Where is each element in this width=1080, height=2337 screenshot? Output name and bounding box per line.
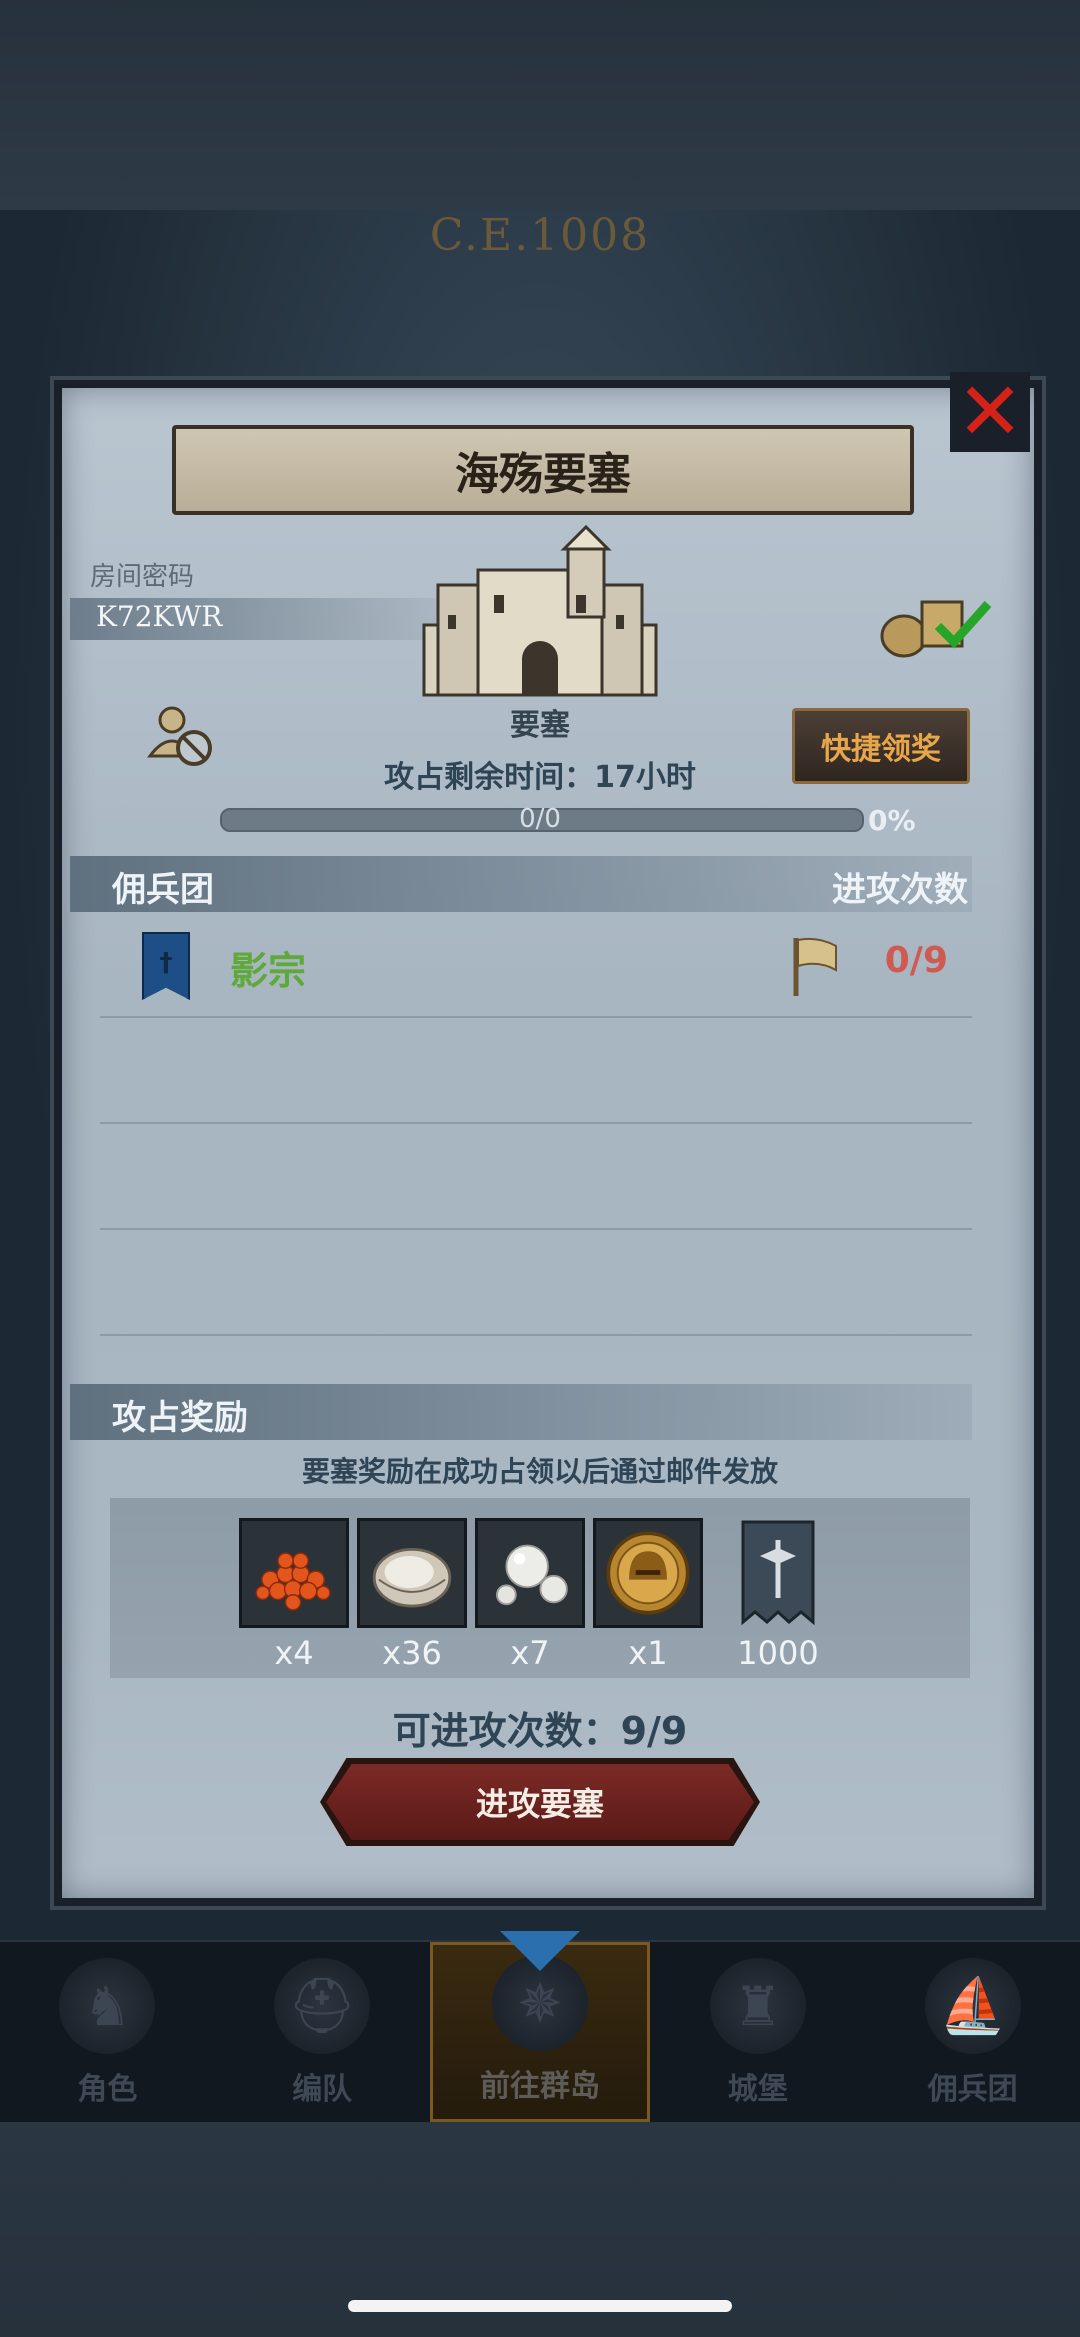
progress-count: 0/0 bbox=[519, 804, 561, 834]
nav-formation[interactable]: ⛑ 编队 bbox=[215, 1942, 430, 2122]
nav-castle[interactable]: ♜ 城堡 bbox=[650, 1942, 865, 2122]
row-divider bbox=[100, 1122, 972, 1124]
guild-banner-icon: † bbox=[142, 932, 190, 1000]
reward-qty: x36 bbox=[382, 1634, 442, 1672]
list-item[interactable]: † 影宗 0/9 bbox=[70, 920, 972, 1020]
attack-fortress-button[interactable]: 进攻要塞 bbox=[326, 1764, 754, 1840]
home-indicator[interactable] bbox=[348, 2300, 732, 2312]
merc-attack-count: 0/9 bbox=[884, 940, 948, 981]
reward-header: 攻占奖励 bbox=[112, 1398, 248, 1438]
merc-name: 影宗 bbox=[230, 949, 307, 993]
close-button[interactable]: ✕ bbox=[950, 372, 1030, 452]
row-divider bbox=[100, 1016, 972, 1018]
era-label: C.E.1008 bbox=[429, 210, 651, 261]
bottom-nav: ♞ 角色 ⛑ 编队 ✵ 前往群岛 ♜ 城堡 ⛵ 佣兵团 bbox=[0, 1931, 1080, 2122]
helmet-icon: ⛑ bbox=[274, 1958, 371, 2054]
top-background bbox=[0, 0, 1080, 210]
attack-count-header: 进攻次数 bbox=[832, 870, 968, 910]
reward-bag-icon[interactable] bbox=[878, 588, 994, 660]
ship-icon: ⛵ bbox=[924, 1958, 1021, 2054]
reward-note: 要塞奖励在成功占领以后通过邮件发放 bbox=[301, 1455, 778, 1488]
close-icon: ✕ bbox=[956, 365, 1024, 458]
reward-qty: x4 bbox=[274, 1634, 314, 1672]
castle-icon: ♜ bbox=[709, 1958, 806, 2054]
reward-item[interactable]: x1 bbox=[593, 1518, 703, 1672]
time-remaining: 攻占剩余时间：17小时 bbox=[384, 760, 696, 795]
oyster-icon bbox=[357, 1518, 467, 1628]
fortress-icon bbox=[422, 525, 658, 697]
row-divider bbox=[100, 1334, 972, 1336]
reward-qty: x1 bbox=[628, 1634, 668, 1672]
knight-icon: ♞ bbox=[59, 1958, 156, 2054]
nav-character[interactable]: ♞ 角色 bbox=[0, 1942, 215, 2122]
reward-item[interactable]: x36 bbox=[357, 1518, 467, 1672]
reward-item[interactable]: 1000 bbox=[723, 1518, 833, 1672]
helmet-coin-icon bbox=[593, 1518, 703, 1628]
room-code-value[interactable]: K72KWR bbox=[96, 600, 222, 633]
dialog-title: 海殇要塞 bbox=[172, 425, 914, 515]
reward-qty: 1000 bbox=[737, 1634, 819, 1672]
chevron-down-icon bbox=[499, 1931, 580, 1971]
reward-item[interactable]: x4 bbox=[239, 1518, 349, 1672]
reward-item[interactable]: x7 bbox=[475, 1518, 585, 1672]
roe-icon bbox=[239, 1518, 349, 1628]
nav-mercenary[interactable]: ⛵ 佣兵团 bbox=[865, 1942, 1080, 2122]
reward-qty: x7 bbox=[510, 1634, 550, 1672]
pearl-icon bbox=[475, 1518, 585, 1628]
war-banner-icon bbox=[723, 1518, 833, 1628]
flag-icon bbox=[793, 937, 837, 996]
room-code-label: 房间密码 bbox=[90, 562, 195, 592]
row-divider bbox=[100, 1228, 972, 1230]
progress-percent: 0% bbox=[868, 804, 916, 837]
merc-header: 佣兵团 bbox=[112, 870, 214, 910]
attack-attempts: 可进攻次数：9/9 bbox=[392, 1709, 688, 1753]
nav-islands[interactable]: ✵ 前往群岛 bbox=[429, 1931, 651, 2122]
